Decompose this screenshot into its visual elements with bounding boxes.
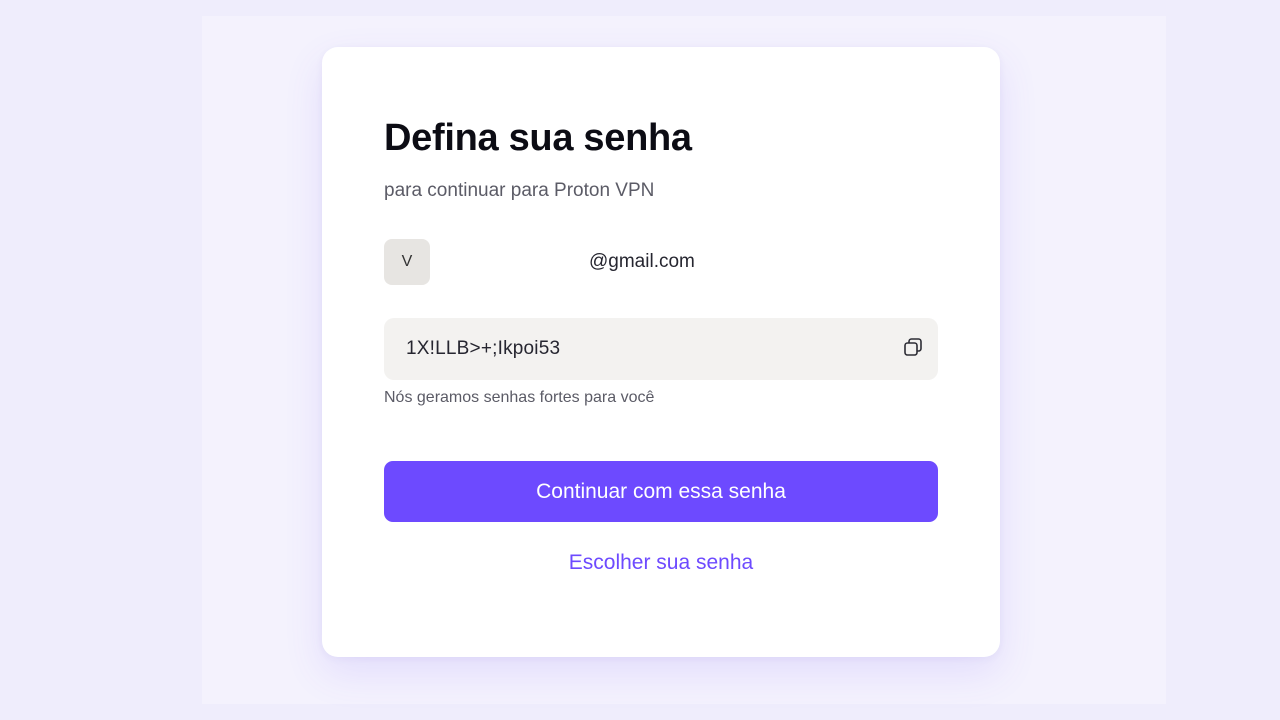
page-title: Defina sua senha: [384, 117, 692, 159]
copy-password-button[interactable]: [900, 336, 926, 362]
continue-with-password-button[interactable]: Continuar com essa senha: [384, 461, 938, 522]
generated-password-field[interactable]: 1X!LLB>+;Ikpoi53: [384, 318, 938, 380]
choose-own-password-link[interactable]: Escolher sua senha: [384, 551, 938, 575]
avatar: V: [384, 239, 430, 285]
copy-icon[interactable]: [902, 336, 924, 363]
set-password-card: Defina sua senha para continuar para Pro…: [322, 47, 1000, 657]
password-hint: Nós geramos senhas fortes para você: [384, 389, 655, 406]
page-subtitle: para continuar para Proton VPN: [384, 180, 655, 201]
password-value[interactable]: 1X!LLB>+;Ikpoi53: [406, 338, 560, 360]
account-row: V @gmail.com: [384, 239, 938, 285]
account-email: @gmail.com: [589, 251, 695, 272]
